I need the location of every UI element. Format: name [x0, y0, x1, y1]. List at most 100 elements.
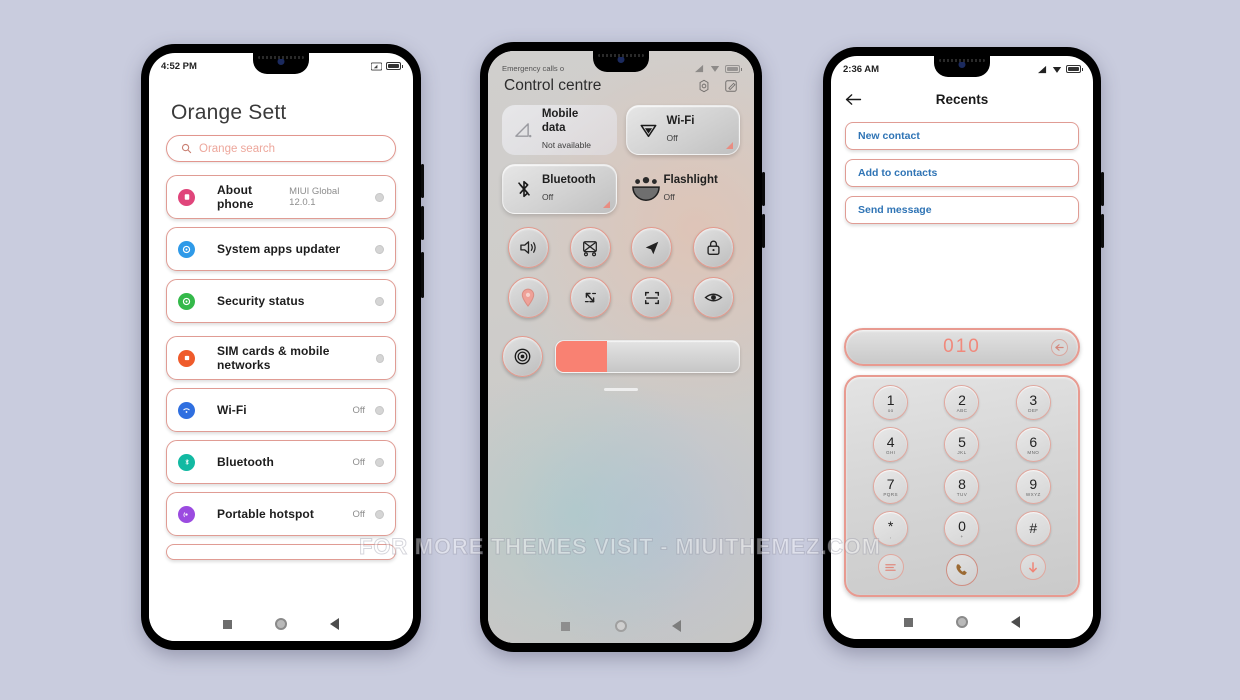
- toggle-lock[interactable]: [693, 227, 735, 268]
- hotspot-icon: [178, 505, 195, 523]
- chevron-dot: [375, 509, 384, 519]
- brightness-fill: [556, 341, 608, 372]
- sidebar-item-system-apps-updater[interactable]: System apps updater: [166, 227, 396, 271]
- toggle-screenshot[interactable]: [569, 227, 611, 268]
- chevron-dot: [375, 353, 384, 363]
- navigation-bar[interactable]: [488, 609, 754, 643]
- key-letters: ,: [889, 533, 892, 539]
- key-letters: PQRS: [883, 491, 898, 497]
- home-icon[interactable]: [955, 616, 968, 628]
- new-contact-button[interactable]: New contact: [845, 122, 1079, 150]
- key-digit: 5: [958, 433, 966, 450]
- sidebar-item-portable-hotspot[interactable]: Portable hotspot Off: [166, 492, 396, 536]
- dial-key-7[interactable]: 7 PQRS: [873, 469, 909, 504]
- key-digit: 6: [1029, 433, 1038, 450]
- tile-mobile-data[interactable]: Mobile data Not available: [502, 105, 617, 155]
- sidebar-item-sim-cards[interactable]: SIM cards & mobile networks: [166, 336, 396, 380]
- dial-key-hash[interactable]: #: [1015, 511, 1051, 546]
- dial-key-2[interactable]: 2 ABC: [944, 385, 980, 420]
- dial-key-1[interactable]: 1 oo: [873, 385, 909, 420]
- recents-icon[interactable]: [904, 617, 914, 627]
- dialpad-grid[interactable]: 1 oo 2 ABC 3 DEF 4 GHI 5 JKL 6 MNO 7 PQRS 8 TUV …: [855, 385, 1069, 546]
- contact-actions[interactable]: New contact Add to contacts Send message: [831, 116, 1093, 233]
- volume-down-button[interactable]: [421, 206, 424, 240]
- sidebar-item-about-phone[interactable]: About phone MIUI Global 12.0.1: [166, 175, 396, 219]
- sidebar-item-bluetooth[interactable]: Bluetooth Off: [166, 440, 396, 484]
- back-icon[interactable]: [672, 620, 682, 632]
- sidebar-item-security-status[interactable]: Security status: [166, 279, 396, 323]
- volume-up-button[interactable]: [762, 172, 765, 206]
- settings-group: SIM cards & mobile networks Wi-Fi Off Bl…: [166, 336, 396, 560]
- row-label: Security status: [217, 294, 305, 308]
- hide-dialpad-icon[interactable]: [1020, 554, 1047, 580]
- dial-key-4[interactable]: 4 GHI: [873, 427, 909, 462]
- dial-key-3[interactable]: 3 DEF: [1015, 385, 1051, 420]
- chevron-dot: [375, 192, 384, 202]
- key-digit: *: [887, 517, 894, 534]
- home-icon[interactable]: [614, 620, 627, 632]
- toggle-scan[interactable]: [631, 277, 673, 318]
- call-icon[interactable]: [945, 554, 978, 586]
- back-icon[interactable]: [330, 618, 340, 630]
- row-label: Wi-Fi: [217, 403, 247, 417]
- dial-key-9[interactable]: 9 WXYZ: [1015, 469, 1051, 504]
- sidebar-item-wifi[interactable]: Wi-Fi Off: [166, 388, 396, 432]
- brightness-slider[interactable]: [555, 340, 740, 373]
- power-button[interactable]: [421, 252, 424, 298]
- dialed-number: 010: [943, 336, 981, 357]
- dial-key-6[interactable]: 6 MNO: [1015, 427, 1051, 462]
- chevron-dot: [375, 457, 384, 467]
- search-icon: [181, 143, 192, 154]
- toggle-reading-mode[interactable]: [693, 277, 735, 318]
- recents-icon[interactable]: [222, 619, 232, 629]
- tile-bluetooth[interactable]: Bluetooth Off: [502, 164, 617, 214]
- toggle-airplane[interactable]: [631, 227, 673, 268]
- navigation-bar[interactable]: [831, 605, 1093, 639]
- back-icon[interactable]: [1010, 616, 1020, 628]
- dialpad[interactable]: 1 oo 2 ABC 3 DEF 4 GHI 5 JKL 6 MNO 7 PQRS 8 TUV …: [844, 375, 1080, 597]
- toggle-location[interactable]: [507, 277, 549, 318]
- tile-subtitle: Off: [663, 192, 675, 203]
- list-item[interactable]: [166, 544, 396, 560]
- tile-wifi[interactable]: Wi-Fi Off: [625, 105, 740, 155]
- home-icon[interactable]: [274, 618, 287, 630]
- toggle-grid[interactable]: [488, 214, 754, 318]
- menu-icon[interactable]: [877, 554, 904, 580]
- quick-tiles[interactable]: Mobile data Not available Wi-Fi Off Blue…: [488, 95, 754, 214]
- wifi-icon: [178, 401, 195, 419]
- add-to-contacts-button[interactable]: Add to contacts: [845, 159, 1079, 187]
- backspace-icon[interactable]: [1051, 338, 1068, 356]
- dial-key-0[interactable]: 0 +: [944, 511, 980, 546]
- airplane-icon: [645, 241, 659, 254]
- about-phone-icon: [178, 188, 195, 206]
- toggle-sound[interactable]: [507, 227, 549, 268]
- toggle-auto-rotate[interactable]: [569, 277, 611, 318]
- chevron-dot: [375, 405, 384, 415]
- drag-handle[interactable]: [604, 388, 638, 391]
- dial-key-5[interactable]: 5 JKL: [944, 427, 980, 462]
- settings-gear-icon[interactable]: [697, 79, 711, 93]
- volume-up-button[interactable]: [421, 164, 424, 198]
- brightness-button[interactable]: [502, 336, 543, 377]
- volume-down-button[interactable]: [1101, 214, 1104, 248]
- volume-down-button[interactable]: [762, 214, 765, 248]
- dialpad-bottom-row[interactable]: [855, 554, 1069, 586]
- sound-icon: [520, 241, 536, 254]
- send-message-button[interactable]: Send message: [845, 196, 1079, 224]
- edit-icon[interactable]: [724, 79, 738, 93]
- dial-key-8[interactable]: 8 TUV: [944, 469, 980, 504]
- number-display[interactable]: 010: [844, 328, 1080, 366]
- tile-flashlight[interactable]: Flashlight Off: [626, 164, 741, 214]
- volume-up-button[interactable]: [1101, 172, 1104, 206]
- row-label: Bluetooth: [217, 455, 274, 469]
- key-letters: oo: [887, 407, 894, 413]
- brightness-row[interactable]: [488, 318, 754, 377]
- recents-icon[interactable]: [560, 621, 570, 631]
- navigation-bar[interactable]: [149, 607, 413, 641]
- key-letters: GHI: [885, 449, 896, 455]
- wifi-icon: [710, 66, 720, 72]
- dial-key-star[interactable]: *,: [873, 511, 909, 546]
- key-letters: WXYZ: [1025, 491, 1041, 497]
- settings-list[interactable]: About phone MIUI Global 12.0.1 System ap…: [149, 175, 413, 607]
- search-input[interactable]: Orange search: [166, 135, 396, 162]
